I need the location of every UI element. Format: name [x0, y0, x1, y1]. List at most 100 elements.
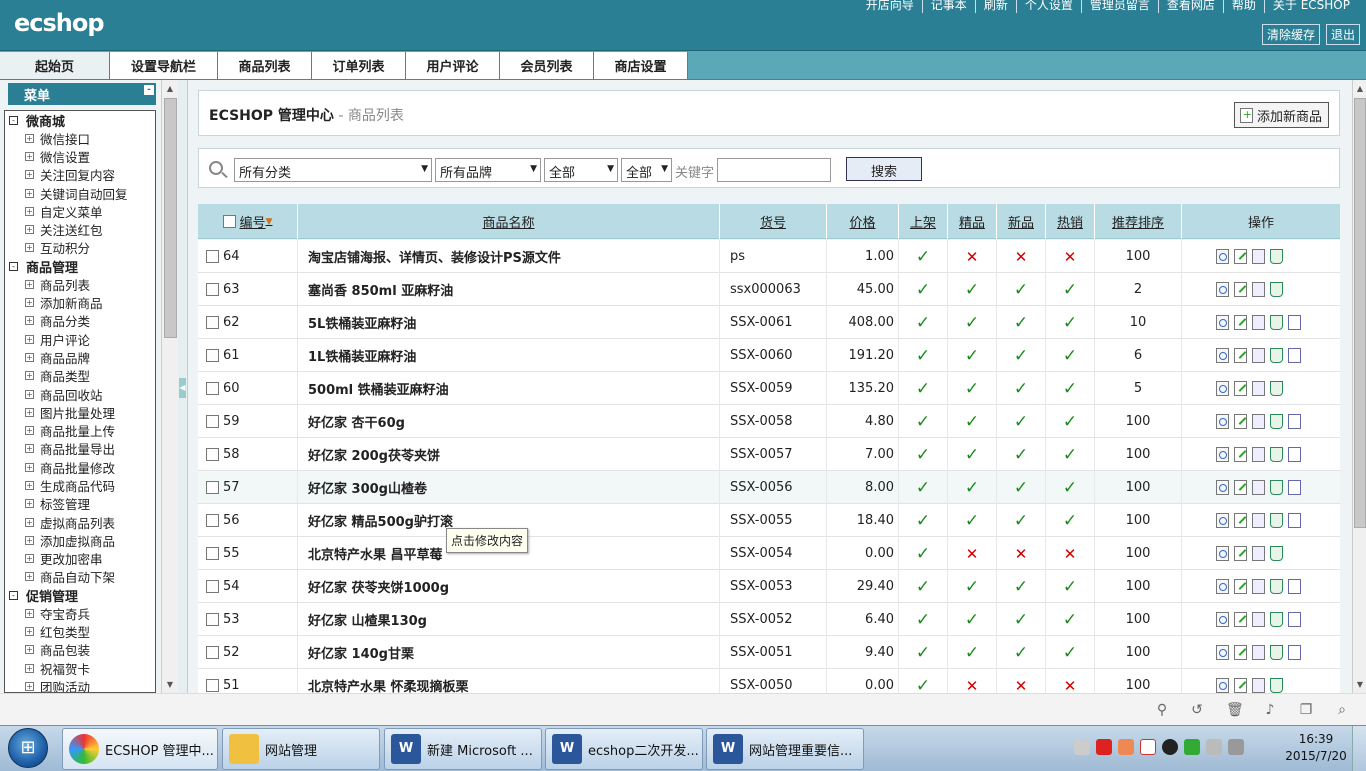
link-help[interactable]: 帮助	[1222, 0, 1264, 13]
view-icon[interactable]	[1216, 447, 1229, 462]
view-icon[interactable]	[1216, 612, 1229, 627]
menu-item[interactable]: + 生成商品代码	[5, 476, 155, 494]
goods-sn[interactable]: SSX-0050	[730, 678, 793, 693]
tab-order-list[interactable]: 订单列表	[312, 52, 406, 79]
goods-sn[interactable]: ps	[730, 249, 745, 264]
goods-sn[interactable]: SSX-0056	[730, 480, 793, 495]
edit-icon[interactable]	[1234, 249, 1247, 264]
duplicate-icon[interactable]	[1288, 480, 1301, 495]
copy-icon[interactable]	[1252, 645, 1265, 660]
trash-icon[interactable]	[1270, 678, 1283, 693]
best-yes-icon[interactable]: ✓	[965, 577, 979, 597]
new-no-icon[interactable]: ✕	[1015, 545, 1028, 563]
goods-price[interactable]: 8.00	[865, 480, 894, 495]
goods-sort[interactable]: 2	[1134, 282, 1142, 297]
menu-item[interactable]: + 自定义菜单	[5, 202, 155, 220]
col-best[interactable]: 精品	[948, 204, 997, 239]
on-sale-yes-icon[interactable]: ✓	[916, 643, 930, 663]
row-checkbox[interactable]	[206, 415, 219, 428]
row-checkbox[interactable]	[206, 283, 219, 296]
row-checkbox[interactable]	[206, 481, 219, 494]
hot-yes-icon[interactable]: ✓	[1063, 445, 1077, 465]
best-yes-icon[interactable]: ✓	[965, 280, 979, 300]
on-sale-yes-icon[interactable]: ✓	[916, 412, 930, 432]
goods-sn[interactable]: SSX-0053	[730, 579, 793, 594]
shield-icon[interactable]	[1184, 739, 1200, 755]
col-on-sale[interactable]: 上架	[899, 204, 948, 239]
on-sale-yes-icon[interactable]: ✓	[916, 280, 930, 300]
menu-item[interactable]: + 商品品牌	[5, 348, 155, 366]
goods-sn[interactable]: SSX-0051	[730, 645, 793, 660]
row-checkbox[interactable]	[206, 580, 219, 593]
cat-icon[interactable]	[1118, 739, 1134, 755]
trash-icon[interactable]	[1270, 348, 1283, 363]
copy-icon[interactable]	[1252, 282, 1265, 297]
best-yes-icon[interactable]: ✓	[965, 478, 979, 498]
menu-item[interactable]: + 添加虚拟商品	[5, 531, 155, 549]
goods-price[interactable]: 408.00	[849, 315, 895, 330]
goods-name[interactable]: 500ml 铁桶装亚麻籽油	[308, 379, 449, 398]
best-no-icon[interactable]: ✕	[966, 545, 979, 563]
menu-item[interactable]: + 夺宝奇兵	[5, 604, 155, 622]
goods-sn[interactable]: SSX-0052	[730, 612, 793, 627]
new-yes-icon[interactable]: ✓	[1014, 478, 1028, 498]
goods-sn[interactable]: SSX-0055	[730, 513, 793, 528]
logout-button[interactable]: 退出	[1325, 24, 1360, 45]
link-personal-settings[interactable]: 个人设置	[1015, 0, 1081, 13]
new-yes-icon[interactable]: ✓	[1014, 577, 1028, 597]
menu-group[interactable]: - 微商城	[5, 111, 155, 130]
goods-name[interactable]: 好亿家 300g山楂卷	[308, 478, 427, 497]
row-checkbox[interactable]	[206, 349, 219, 362]
edit-icon[interactable]	[1234, 546, 1247, 561]
goods-price[interactable]: 9.40	[865, 645, 894, 660]
menu-item[interactable]: + 商品类型	[5, 367, 155, 385]
hot-yes-icon[interactable]: ✓	[1063, 313, 1077, 333]
goods-price[interactable]: 4.80	[865, 414, 894, 429]
copy-icon[interactable]	[1252, 414, 1265, 429]
view-icon[interactable]	[1216, 381, 1229, 396]
menu-item[interactable]: + 团购活动	[5, 677, 155, 692]
goods-name[interactable]: 好亿家 山楂果130g	[308, 610, 427, 629]
goods-name[interactable]: 好亿家 杏干60g	[308, 412, 405, 431]
best-yes-icon[interactable]: ✓	[965, 412, 979, 432]
new-no-icon[interactable]: ✕	[1015, 248, 1028, 266]
trash-icon[interactable]: 🗑	[1226, 702, 1244, 718]
col-sort[interactable]: 推荐排序	[1095, 204, 1182, 239]
scroll-thumb[interactable]	[164, 98, 177, 338]
category-select[interactable]: 所有分类	[234, 158, 432, 182]
scroll-down-icon[interactable]: ▼	[165, 680, 175, 690]
on-sale-yes-icon[interactable]: ✓	[916, 544, 930, 564]
goods-price[interactable]: 45.00	[857, 282, 894, 297]
collapse-icon[interactable]: -	[9, 115, 18, 125]
edit-icon[interactable]	[1234, 513, 1247, 528]
menu-item[interactable]: + 微信接口	[5, 129, 155, 147]
menu-item[interactable]: + 商品自动下架	[5, 568, 155, 586]
goods-sort[interactable]: 100	[1126, 546, 1151, 561]
hot-yes-icon[interactable]: ✓	[1063, 280, 1077, 300]
goods-name[interactable]: 5L铁桶装亚麻籽油	[308, 313, 416, 332]
duplicate-icon[interactable]	[1288, 645, 1301, 660]
col-new[interactable]: 新品	[997, 204, 1046, 239]
goods-price[interactable]: 1.00	[865, 249, 894, 264]
goods-name[interactable]: 好亿家 140g甘栗	[308, 643, 414, 662]
goods-name[interactable]: 好亿家 茯苓夹饼1000g	[308, 577, 449, 596]
link-refresh[interactable]: 刷新	[974, 0, 1016, 13]
new-no-icon[interactable]: ✕	[1015, 677, 1028, 694]
col-name[interactable]: 商品名称	[298, 204, 720, 239]
goods-name[interactable]: 北京特产水果 怀柔现摘板栗	[308, 676, 469, 693]
view-icon[interactable]	[1216, 282, 1229, 297]
link-admin-messages[interactable]: 管理员留言	[1080, 0, 1158, 13]
goods-sn[interactable]: SSX-0060	[730, 348, 793, 363]
tab-member-list[interactable]: 会员列表	[500, 52, 594, 79]
trash-icon[interactable]	[1270, 315, 1283, 330]
edit-icon[interactable]	[1234, 447, 1247, 462]
copy-icon[interactable]	[1252, 678, 1265, 693]
duplicate-icon[interactable]	[1288, 579, 1301, 594]
new-yes-icon[interactable]: ✓	[1014, 643, 1028, 663]
view-icon[interactable]	[1216, 546, 1229, 561]
menu-item[interactable]: + 商品批量导出	[5, 440, 155, 458]
trash-icon[interactable]	[1270, 513, 1283, 528]
clear-cache-button[interactable]: 清除缓存	[1261, 24, 1320, 45]
goods-price[interactable]: 0.00	[865, 546, 894, 561]
on-sale-yes-icon[interactable]: ✓	[916, 610, 930, 630]
